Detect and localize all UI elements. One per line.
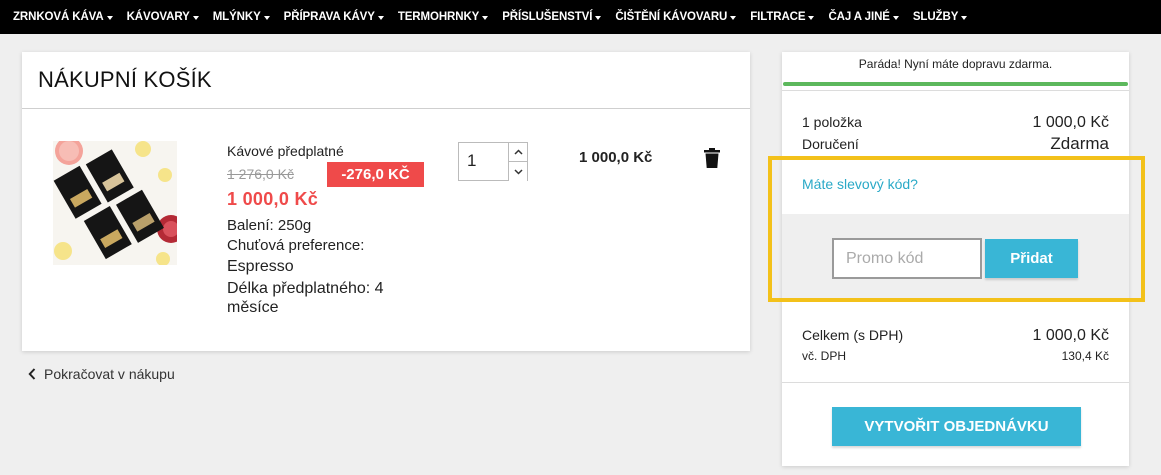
caret-down-icon	[892, 15, 899, 20]
product-photo	[53, 141, 177, 265]
remove-item-button[interactable]	[704, 148, 720, 168]
discount-badge: -276,0 KČ	[327, 162, 424, 187]
nav-item-kavovary[interactable]: KÁVOVARY	[127, 11, 199, 23]
nav-item-label: TERMOHRNKY	[397, 11, 480, 23]
promo-code-toggle-link[interactable]: Máte slevový kód?	[802, 176, 918, 192]
vat-row: vč. DPH 130,4 Kč	[802, 349, 1109, 363]
nav-item-caj-a-jine[interactable]: ČAJ A JINÉ	[828, 11, 899, 23]
nav-item-mlynky[interactable]: MLÝNKY	[213, 11, 270, 23]
divider	[22, 108, 750, 109]
nav-item-label: PŘÍPRAVA KÁVY	[283, 11, 375, 23]
sale-price: 1 000,0 Kč	[227, 189, 319, 209]
nav-item-prislusenstvi[interactable]: PŘÍSLUŠENSTVÍ	[502, 11, 602, 23]
delivery-label: Doručení	[802, 136, 859, 152]
nav-item-label: ČIŠTĚNÍ KÁVOVARU	[615, 11, 728, 23]
product-image[interactable]	[53, 141, 177, 265]
promo-code-input[interactable]: Promo kód	[832, 238, 982, 279]
caret-down-icon	[808, 15, 815, 20]
nav-item-label: MLÝNKY	[212, 11, 261, 23]
chevron-up-icon	[513, 149, 523, 155]
quantity-decrease-button[interactable]	[508, 162, 527, 181]
free-shipping-progress-bar	[783, 82, 1128, 86]
page-title: NÁKUPNÍ KOŠÍK	[38, 67, 212, 92]
vat-value: 130,4 Kč	[1061, 349, 1109, 363]
nav-item-label: ČAJ A JINÉ	[828, 11, 890, 23]
taste-value: Espresso	[227, 258, 294, 275]
packaging-attribute: Balení: 250g	[227, 217, 312, 234]
nav-item-label: FILTRACE	[750, 11, 806, 23]
continue-shopping-label: Pokračovat v nákupu	[44, 366, 175, 382]
total-value: 1 000,0 Kč	[1032, 327, 1110, 344]
total-row: Celkem (s DPH) 1 000,0 Kč	[802, 327, 1109, 345]
order-summary-panel: Paráda! Nyní máte dopravu zdarma. 1 polo…	[782, 52, 1129, 466]
product-name[interactable]: Kávové předplatné	[227, 143, 344, 159]
continue-shopping-link[interactable]: Pokračovat v nákupu	[28, 366, 175, 382]
nav-item-zrnkova-kava[interactable]: ZRNKOVÁ KÁVA	[13, 11, 113, 23]
quantity-increase-button[interactable]	[508, 143, 527, 162]
nav-item-cisteni-kavovaru[interactable]: ČIŠTĚNÍ KÁVOVARU	[615, 11, 737, 23]
divider	[782, 90, 1129, 91]
chevron-left-icon	[28, 368, 36, 380]
nav-item-sluzby[interactable]: SLUŽBY	[912, 11, 968, 23]
nav-item-label: PŘÍSLUŠENSTVÍ	[502, 11, 593, 23]
caret-down-icon	[192, 15, 199, 20]
nav-item-label: ZRNKOVÁ KÁVA	[13, 11, 104, 23]
delivery-row: Doručení Zdarma	[802, 134, 1109, 154]
quantity-input[interactable]: 1	[467, 151, 476, 171]
items-row: 1 položka 1 000,0 Kč	[802, 114, 1109, 132]
free-shipping-message: Paráda! Nyní máte dopravu zdarma.	[858, 57, 1053, 71]
original-price: 1 276,0 Kč	[227, 166, 294, 182]
nav-item-label: KÁVOVARY	[126, 11, 190, 23]
chevron-down-icon	[513, 168, 523, 175]
apply-promo-button[interactable]: Přidat	[985, 239, 1078, 278]
total-label: Celkem (s DPH)	[802, 327, 904, 343]
cart-panel: NÁKUPNÍ KOŠÍK Kávové předplatné 1 276,0 …	[22, 52, 750, 351]
nav-item-priprava-kavy[interactable]: PŘÍPRAVA KÁVY	[284, 11, 384, 23]
subscription-length: Délka předplatného: 4	[227, 280, 384, 297]
top-navigation: ZRNKOVÁ KÁVA KÁVOVARY MLÝNKY PŘÍPRAVA KÁ…	[0, 0, 1161, 34]
taste-label: Chuťová preference:	[227, 237, 365, 254]
delivery-value: Zdarma	[1050, 134, 1109, 153]
nav-item-label: SLUŽBY	[912, 11, 959, 23]
items-subtotal: 1 000,0 Kč	[1032, 114, 1110, 131]
divider	[782, 382, 1129, 383]
trash-icon	[704, 148, 720, 168]
line-total-price: 1 000,0 Kč	[579, 149, 653, 166]
caret-down-icon	[106, 15, 113, 20]
caret-down-icon	[961, 15, 968, 20]
quantity-stepper[interactable]: 1	[458, 142, 528, 181]
caret-down-icon	[595, 15, 602, 20]
nav-item-termohrnky[interactable]: TERMOHRNKY	[397, 11, 489, 23]
caret-down-icon	[377, 15, 384, 20]
caret-down-icon	[482, 15, 489, 20]
items-count-label: 1 položka	[802, 114, 862, 130]
create-order-button[interactable]: VYTVOŘIT OBJEDNÁVKU	[832, 407, 1081, 446]
caret-down-icon	[263, 15, 270, 20]
vat-label: vč. DPH	[802, 349, 847, 363]
subscription-length-unit: měsíce	[227, 299, 279, 316]
nav-item-filtrace[interactable]: FILTRACE	[750, 11, 815, 23]
caret-down-icon	[730, 15, 737, 20]
